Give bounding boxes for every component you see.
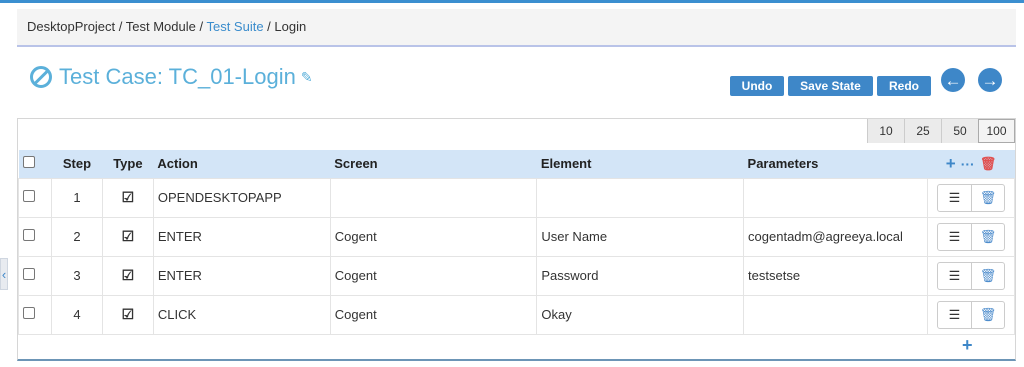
table-row: 2 ☑ ENTER Cogent User Name cogentadm@agr…: [18, 216, 1016, 257]
collapse-sidebar-handle[interactable]: ‹: [0, 258, 8, 290]
page-size-10[interactable]: 10: [867, 119, 904, 143]
breadcrumb-suite[interactable]: Test Suite: [206, 19, 263, 34]
page-size-25[interactable]: 25: [904, 119, 941, 143]
col-element: Element: [540, 156, 592, 172]
breadcrumb: DesktopProject / Test Module / Test Suit…: [17, 9, 1016, 47]
step-cell: 2: [50, 216, 103, 257]
add-step-button[interactable]: +: [962, 335, 973, 356]
row-actions: ☰ 🗑: [936, 261, 1005, 290]
screen-cell[interactable]: Cogent: [329, 294, 538, 335]
action-cell[interactable]: ENTER: [152, 216, 331, 257]
ellipsis-icon[interactable]: ···: [961, 156, 975, 172]
trash-icon[interactable]: 🗑: [970, 301, 1004, 328]
action-cell[interactable]: CLICK: [152, 294, 331, 335]
check-square-icon: ☑: [121, 306, 135, 322]
col-type: Type: [113, 156, 143, 172]
sliders-icon[interactable]: ☰: [938, 263, 971, 289]
col-action: Action: [157, 156, 198, 172]
table-row: 3 ☑ ENTER Cogent Password testsetse ☰ 🗑: [18, 255, 1016, 296]
select-all-checkbox[interactable]: [22, 156, 35, 169]
breadcrumb-project[interactable]: DesktopProject: [27, 19, 115, 34]
element-cell[interactable]: Password: [536, 255, 745, 296]
element-cell[interactable]: Okay: [536, 294, 745, 335]
check-square-icon: ☑: [121, 189, 135, 205]
top-accent-line: [0, 0, 1024, 3]
arrow-left-circle-icon[interactable]: ←: [941, 68, 965, 92]
parameters-cell[interactable]: [743, 177, 928, 218]
toolbar: Undo Save State Redo: [730, 76, 935, 96]
breadcrumb-module[interactable]: Test Module: [126, 19, 196, 34]
page-size-50[interactable]: 50: [941, 119, 978, 143]
col-screen: Screen: [334, 156, 378, 172]
table-header-row: Step Type Action Screen Element Paramete…: [18, 150, 1015, 178]
plus-icon[interactable]: +: [946, 154, 956, 174]
breadcrumb-sep: /: [263, 19, 275, 34]
step-cell: 3: [50, 255, 103, 296]
breadcrumb-current: Login: [274, 19, 307, 34]
trash-icon[interactable]: 🗑: [970, 184, 1004, 211]
parameters-cell[interactable]: cogentadm@agreeya.local: [743, 216, 928, 257]
check-square-icon: ☑: [121, 267, 135, 283]
page-title-text: Test Case: TC_01-Login: [59, 64, 296, 89]
steps-panel: 10 25 50 100 Step Type Action Screen Ele…: [17, 118, 1016, 361]
breadcrumb-sep: /: [195, 19, 207, 34]
page-size-100[interactable]: 100: [978, 119, 1015, 143]
parameters-cell[interactable]: [743, 294, 928, 335]
trash-icon[interactable]: 🗑: [970, 223, 1004, 250]
row-checkbox[interactable]: [23, 190, 35, 202]
element-cell[interactable]: [536, 177, 745, 218]
col-parameters: Parameters: [747, 156, 819, 172]
trash-icon[interactable]: 🗑: [970, 262, 1004, 289]
edit-icon[interactable]: ✎: [301, 69, 313, 86]
screen-cell[interactable]: [329, 177, 538, 218]
steps-table: Step Type Action Screen Element Paramete…: [18, 150, 1016, 335]
col-step: Step: [62, 156, 92, 172]
page-title: Test Case: TC_01-Login ✎: [30, 64, 313, 90]
row-actions: ☰ 🗑: [936, 222, 1005, 251]
row-actions: ☰ 🗑: [936, 300, 1005, 329]
element-cell[interactable]: User Name: [536, 216, 745, 257]
table-row: 4 ☑ CLICK Cogent Okay ☰ 🗑: [18, 294, 1016, 335]
ban-icon: [30, 66, 52, 88]
arrow-right-circle-icon[interactable]: →: [978, 68, 1002, 92]
redo-button[interactable]: Redo: [877, 76, 931, 96]
save-state-button[interactable]: Save State: [788, 76, 873, 96]
sliders-icon[interactable]: ☰: [938, 224, 971, 250]
sliders-icon[interactable]: ☰: [938, 302, 971, 328]
parameters-cell[interactable]: testsetse: [743, 255, 928, 296]
trash-icon[interactable]: 🗑: [980, 156, 997, 172]
screen-cell[interactable]: Cogent: [329, 216, 538, 257]
action-cell[interactable]: ENTER: [152, 255, 331, 296]
check-square-icon: ☑: [121, 228, 135, 244]
table-row: 1 ☑ OPENDESKTOPAPP ☰ 🗑: [18, 177, 1016, 218]
step-cell: 1: [50, 177, 103, 218]
breadcrumb-sep: /: [115, 19, 126, 34]
action-cell[interactable]: OPENDESKTOPAPP: [152, 177, 331, 218]
step-cell: 4: [50, 294, 103, 335]
undo-button[interactable]: Undo: [730, 76, 784, 96]
screen-cell[interactable]: Cogent: [329, 255, 538, 296]
page-size-selector: 10 25 50 100: [867, 119, 1015, 143]
row-checkbox[interactable]: [23, 307, 35, 319]
row-checkbox[interactable]: [23, 268, 35, 280]
row-checkbox[interactable]: [23, 229, 35, 241]
row-actions: ☰ 🗑: [936, 183, 1005, 212]
sliders-icon[interactable]: ☰: [938, 185, 971, 211]
